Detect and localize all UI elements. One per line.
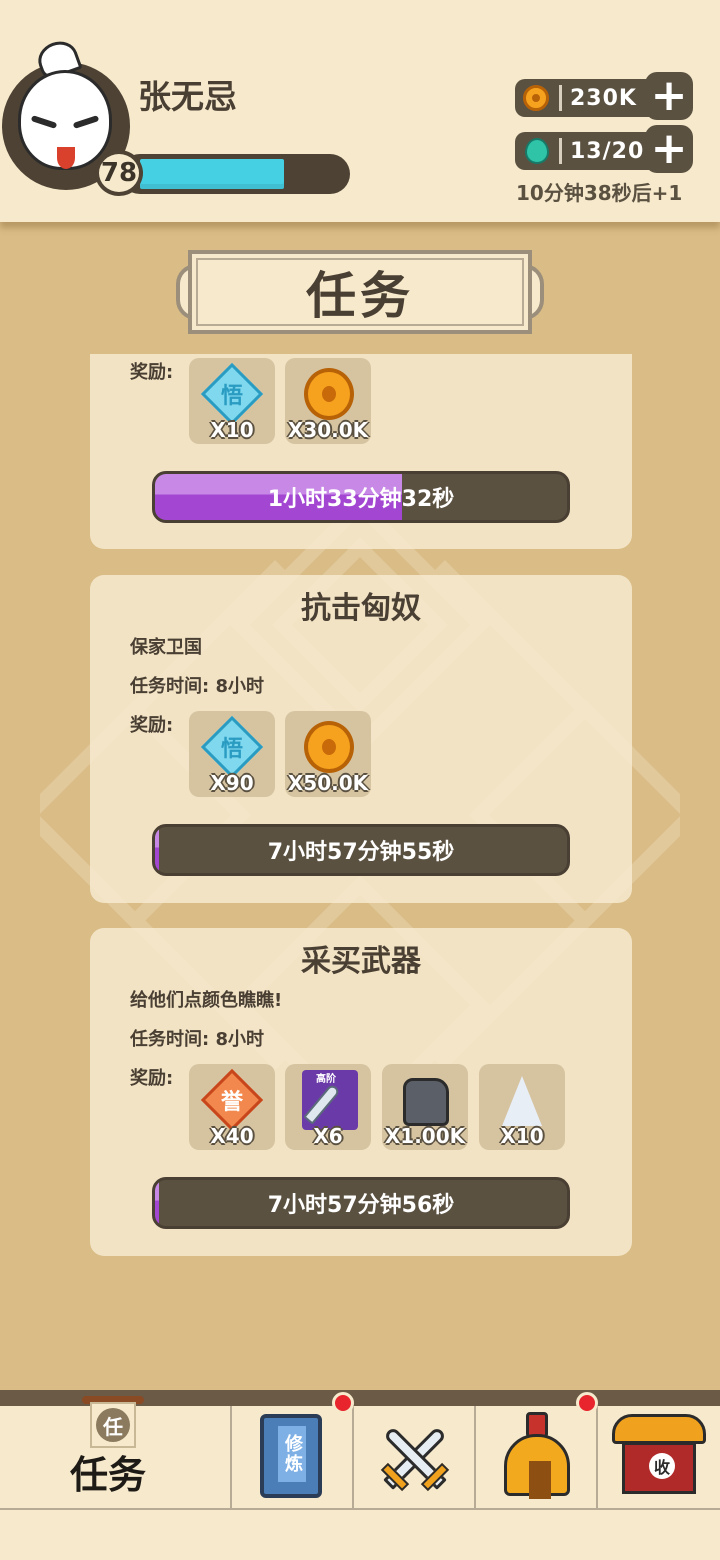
- level-badge: 78: [95, 150, 143, 196]
- task-title: 抗击匈奴: [301, 591, 421, 626]
- reward-item[interactable]: X1.00K: [382, 1064, 468, 1150]
- task-card: 奖励: 悟 X10 X30.0K 1小时33分钟32秒: [90, 354, 632, 549]
- coin-icon: [521, 83, 551, 113]
- wisdom-token-icon: 悟: [200, 715, 264, 779]
- task-card: 采买武器 给他们点颜色瞧瞧! 任务时间: 8小时 奖励: 誉 X40 高阶 X6…: [90, 928, 632, 1256]
- task-timer: 7小时57分钟56秒: [267, 1193, 455, 1218]
- reward-quantity: X30.0K: [287, 418, 369, 442]
- reward-quantity: X10: [210, 418, 254, 442]
- divider: [559, 85, 562, 111]
- nav-tab-label: 任务: [70, 1453, 147, 1497]
- reward-item[interactable]: 悟 X10: [189, 358, 275, 444]
- nav-tab-cultivate[interactable]: 修炼: [232, 1392, 354, 1510]
- avatar-beak: [57, 147, 75, 169]
- coin-icon: [298, 717, 358, 777]
- task-duration: 任务时间: 8小时: [130, 676, 264, 697]
- plus-icon: +: [650, 123, 688, 174]
- stamina-value: 13/20: [570, 138, 645, 164]
- page-title-banner: 任务: [176, 250, 544, 334]
- xp-bar: [120, 154, 350, 194]
- avatar-eye-left: [30, 115, 58, 129]
- avatar-face: [18, 70, 112, 170]
- reward-item[interactable]: X10: [479, 1064, 565, 1150]
- reward-quantity: X50.0K: [287, 771, 369, 795]
- divider: [559, 138, 562, 164]
- reward-label: 奖励:: [130, 362, 174, 383]
- coin-icon: [298, 364, 358, 424]
- reward-quantity: X1.00K: [384, 1124, 466, 1148]
- reward-label: 奖励:: [130, 1068, 174, 1089]
- task-progress-bar: 7小时57分钟56秒: [152, 1177, 570, 1229]
- task-progress-bar: 1小时33分钟32秒: [152, 471, 570, 523]
- nav-tab-tasks[interactable]: 任 任务: [0, 1396, 232, 1510]
- crystal-icon: [492, 1070, 552, 1130]
- task-timer: 7小时57分钟55秒: [267, 840, 455, 865]
- reward-item[interactable]: X30.0K: [285, 358, 371, 444]
- notification-badge: [576, 1392, 598, 1414]
- ore-icon: [395, 1070, 455, 1130]
- reward-quantity: X10: [500, 1124, 544, 1148]
- task-card: 抗击匈奴 保家卫国 任务时间: 8小时 奖励: 悟 X90 X50.0K 7小时…: [90, 575, 632, 903]
- reward-label: 奖励:: [130, 715, 174, 736]
- nav-tab-battle[interactable]: [354, 1406, 476, 1510]
- page-title: 任务: [306, 267, 414, 325]
- honor-token-icon: 誉: [200, 1068, 264, 1132]
- gold-counter: 230K: [515, 79, 665, 117]
- sword-icon: 高阶: [298, 1070, 358, 1130]
- nav-tab-collect[interactable]: 收: [598, 1406, 720, 1510]
- reward-quantity: X40: [210, 1124, 254, 1148]
- reward-quantity: X90: [210, 771, 254, 795]
- task-progress-bar: 7小时57分钟55秒: [152, 824, 570, 876]
- player-name: 张无忌: [138, 77, 237, 116]
- gold-value: 230K: [570, 85, 637, 111]
- stamina-counter: 13/20: [515, 132, 665, 170]
- task-duration: 任务时间: 8小时: [130, 1029, 264, 1050]
- house-icon: 收: [612, 1414, 706, 1498]
- reward-item[interactable]: 誉 X40: [189, 1064, 275, 1150]
- task-timer: 1小时33分钟32秒: [267, 487, 455, 512]
- task-list[interactable]: 奖励: 悟 X10 X30.0K 1小时33分钟32秒 抗击匈奴 保家卫国 任务…: [0, 354, 720, 1384]
- item-tier-tag: 高阶: [316, 1074, 336, 1085]
- gourd-icon: [521, 136, 551, 166]
- stamina-regen-timer: 10分钟38秒后+1: [516, 181, 683, 205]
- add-stamina-button[interactable]: +: [645, 125, 693, 173]
- helmet-icon: [504, 1412, 570, 1499]
- bottom-nav: 任 任务 修炼 收: [0, 1390, 720, 1560]
- xp-fill: [140, 159, 284, 189]
- task-description: 保家卫国: [130, 637, 202, 658]
- book-icon: 修炼: [260, 1414, 322, 1498]
- avatar-eye-right: [72, 115, 100, 129]
- reward-item[interactable]: X50.0K: [285, 711, 371, 797]
- notification-badge: [332, 1392, 354, 1414]
- reward-quantity: X6: [313, 1124, 343, 1148]
- crossed-swords-icon: [370, 1416, 460, 1500]
- reward-item[interactable]: 高阶 X6: [285, 1064, 371, 1150]
- wisdom-token-icon: 悟: [200, 362, 264, 426]
- top-bar: 78 张无忌 230K + 13/20 + 10分钟38秒后+1: [0, 0, 720, 222]
- plus-icon: +: [650, 70, 688, 121]
- reward-item[interactable]: 悟 X90: [189, 711, 275, 797]
- nav-tab-heroes[interactable]: [476, 1392, 598, 1510]
- task-title: 采买武器: [301, 944, 421, 979]
- add-gold-button[interactable]: +: [645, 72, 693, 120]
- task-description: 给他们点颜色瞧瞧!: [130, 990, 283, 1011]
